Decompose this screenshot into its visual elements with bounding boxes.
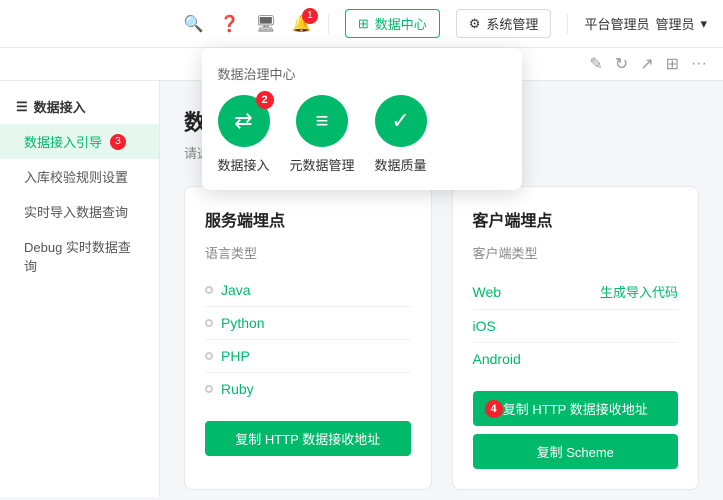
copy-http-client-button[interactable]: 4 复制 HTTP 数据接收地址 (473, 391, 679, 426)
lang-label-ruby: Ruby (221, 381, 254, 397)
chevron-down-icon: ▾ (700, 16, 707, 32)
client-card-subtitle: 客户端类型 (473, 243, 679, 262)
lang-item-php[interactable]: PHP (205, 340, 411, 373)
sidebar-item-debug[interactable]: Debug 实时数据查询 (0, 229, 159, 283)
user-menu[interactable]: 平台管理员 管理员 ▾ (584, 14, 707, 33)
header-divider (328, 14, 329, 34)
sidebar-item-rules-label: 入库校验规则设置 (24, 167, 128, 186)
lang-list: Java Python PHP Ruby (205, 274, 411, 405)
sidebar-item-realtime[interactable]: 实时导入数据查询 (0, 194, 159, 229)
question-icon[interactable]: ❓ (220, 14, 240, 34)
share-icon[interactable]: ↗ (640, 54, 653, 74)
sidebar-item-debug-label: Debug 实时数据查询 (24, 237, 143, 275)
notification-badge-container[interactable]: 🔔 1 (292, 14, 312, 34)
lang-label-java: Java (221, 282, 251, 298)
client-list: Web 生成导入代码 iOS Android (473, 274, 679, 375)
sidebar-group-title: ☰ 数据接入 (0, 89, 159, 124)
lang-label-php: PHP (221, 348, 250, 364)
monitor-icon[interactable]: 🖥 (256, 14, 276, 34)
client-action-web[interactable]: 生成导入代码 (600, 282, 678, 301)
sidebar-item-guide[interactable]: 数据接入引导 3 (0, 124, 159, 159)
dropdown-item-label-quality: 数据质量 (375, 155, 427, 174)
dropdown-menu: 数据治理中心 ⇄ 2 数据接入 ≡ 元数据管理 ✓ 数据质量 (202, 48, 522, 190)
client-item-android[interactable]: Android (473, 343, 679, 375)
system-manage-label: 系统管理 (486, 14, 538, 33)
lang-dot-java (205, 286, 213, 294)
client-label-ios: iOS (473, 318, 496, 334)
menu-icon: ☰ (16, 99, 28, 115)
user-name: 平台管理员 (584, 14, 649, 33)
copy-http-server-button[interactable]: 复制 HTTP 数据接收地址 (205, 421, 411, 456)
sidebar: ☰ 数据接入 数据接入引导 3 入库校验规则设置 实时导入数据查询 Debug … (0, 81, 160, 497)
dropdown-item-data-access[interactable]: ⇄ 2 数据接入 (218, 95, 270, 174)
quality-icon: ✓ (375, 95, 427, 147)
gear-icon: ⚙ (469, 16, 481, 32)
server-card-subtitle: 语言类型 (205, 243, 411, 262)
client-btn-badge: 4 (485, 400, 503, 418)
client-item-ios[interactable]: iOS (473, 310, 679, 343)
data-center-button[interactable]: ⊞ 数据中心 (345, 9, 440, 38)
copy-scheme-button[interactable]: 复制 Scheme (473, 434, 679, 469)
header-icons: 🔍 ❓ 🖥 🔔 1 ⊞ 数据中心 ⚙ 系统管理 平台管理员 管理员 ▾ (184, 9, 707, 38)
edit-icon[interactable]: ✎ (589, 54, 602, 74)
lang-dot-ruby (205, 385, 213, 393)
cards-row: 服务端埋点 语言类型 Java Python PHP (184, 186, 699, 490)
lang-item-java[interactable]: Java (205, 274, 411, 307)
client-item-web[interactable]: Web 生成导入代码 (473, 274, 679, 310)
notification-count: 1 (302, 8, 318, 24)
search-icon[interactable]: 🔍 (184, 14, 204, 34)
dropdown-badge: 2 (256, 91, 274, 109)
client-label-android: Android (473, 351, 521, 367)
header-divider-2 (567, 14, 568, 34)
dropdown-item-quality[interactable]: ✓ 数据质量 (375, 95, 427, 174)
sidebar-item-rules[interactable]: 入库校验规则设置 (0, 159, 159, 194)
data-access-icon: ⇄ 2 (218, 95, 270, 147)
more-icon[interactable]: ··· (691, 55, 707, 73)
client-card-title: 客户端埋点 (473, 207, 679, 231)
sidebar-group-label: 数据接入 (34, 97, 86, 116)
server-card: 服务端埋点 语言类型 Java Python PHP (184, 186, 432, 490)
dropdown-items: ⇄ 2 数据接入 ≡ 元数据管理 ✓ 数据质量 (218, 95, 506, 174)
copy-scheme-label: 复制 Scheme (537, 442, 614, 461)
dropdown-title: 数据治理中心 (218, 64, 506, 83)
copy-http-server-label: 复制 HTTP 数据接收地址 (235, 429, 380, 448)
grid-icon: ⊞ (358, 16, 369, 32)
lang-label-python: Python (221, 315, 265, 331)
sidebar-item-realtime-label: 实时导入数据查询 (24, 202, 128, 221)
lang-dot-python (205, 319, 213, 327)
client-label-web: Web (473, 284, 502, 300)
copy-http-client-label: 复制 HTTP 数据接收地址 (503, 399, 648, 418)
lang-item-ruby[interactable]: Ruby (205, 373, 411, 405)
dropdown-item-metadata[interactable]: ≡ 元数据管理 (290, 95, 355, 174)
dropdown-item-label-data-access: 数据接入 (218, 155, 270, 174)
header: 🔍 ❓ 🖥 🔔 1 ⊞ 数据中心 ⚙ 系统管理 平台管理员 管理员 ▾ 数据治理… (0, 0, 723, 48)
data-center-label: 数据中心 (375, 14, 427, 33)
sidebar-badge: 3 (110, 134, 126, 150)
refresh-icon[interactable]: ↻ (615, 54, 628, 74)
server-card-title: 服务端埋点 (205, 207, 411, 231)
grid-icon[interactable]: ⊞ (666, 54, 679, 74)
lang-item-python[interactable]: Python (205, 307, 411, 340)
system-manage-button[interactable]: ⚙ 系统管理 (456, 9, 552, 38)
dropdown-item-label-metadata: 元数据管理 (290, 155, 355, 174)
sidebar-item-guide-label: 数据接入引导 (24, 132, 102, 151)
lang-dot-php (205, 352, 213, 360)
metadata-icon: ≡ (296, 95, 348, 147)
client-card: 客户端埋点 客户端类型 Web 生成导入代码 iOS Android 4 (452, 186, 700, 490)
user-role: 管理员 (655, 14, 694, 33)
